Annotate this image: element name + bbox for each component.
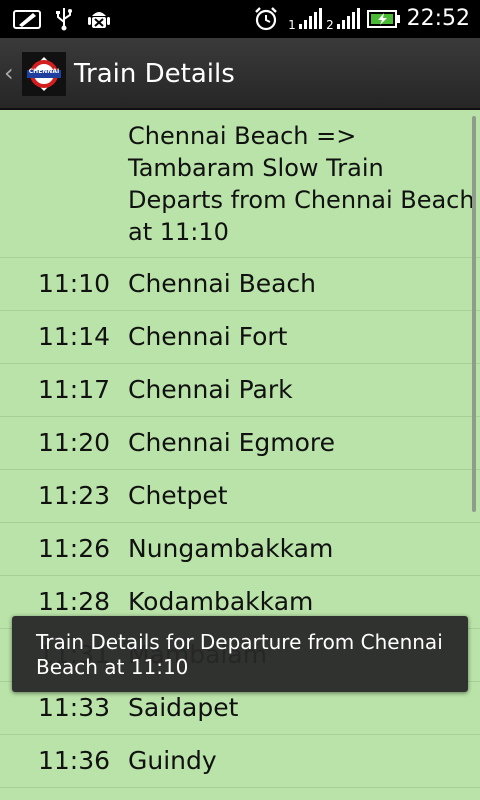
notification-edit-icon [12,6,42,32]
android-debug-icon [86,6,112,32]
stop-station: Chennai Fort [128,322,288,351]
stop-station: Kodambakkam [128,587,314,616]
stop-station: Nungambakkam [128,534,334,563]
stop-row[interactable]: 11:14 Chennai Fort [0,311,480,364]
stop-row[interactable]: 11:10 Chennai Beach [0,258,480,311]
signal-strength-2-icon: 2 [326,6,362,32]
stop-row[interactable]: 11:23 Chetpet [0,470,480,523]
stop-row[interactable]: 11:26 Nungambakkam [0,523,480,576]
stop-station: Saidapet [128,693,239,722]
stop-time: 11:36 [38,746,111,775]
stop-time: 11:14 [38,322,111,351]
stop-time: 11:26 [38,534,111,563]
action-bar: ‹ CHENNAI Train Details [0,38,480,110]
status-bar: 1 2 22:52 [0,0,480,38]
stop-time: 11:10 [38,269,111,298]
stop-time: 11:33 [38,693,111,722]
stop-station: Chennai Beach [128,269,317,298]
stop-row[interactable]: 11:36 Guindy [0,735,480,788]
screen-title: Train Details [74,59,235,89]
stop-station: Chennai Egmore [128,428,336,457]
stop-time: 11:17 [38,375,111,404]
scrollbar[interactable] [472,116,476,512]
toast-message: Train Details for Departure from Chennai… [12,616,468,692]
stops-container: 11:10 Chennai Beach 11:14 Chennai Fort 11:17… [0,258,480,788]
back-chevron-icon[interactable]: ‹ [4,58,14,88]
stop-time: 11:28 [38,587,111,616]
toast-text: Train Details for Departure from Chennai… [36,630,443,679]
stop-row[interactable]: 11:17 Chennai Park [0,364,480,417]
stop-station: Chetpet [128,481,228,510]
app-logo-text: CHENNAI [28,68,60,75]
usb-icon [52,6,76,32]
status-clock: 22:52 [406,6,470,31]
stop-time: 11:20 [38,428,111,457]
train-stop-list[interactable]: Chennai Beach => Tambaram Slow Train Dep… [0,110,480,800]
stop-row[interactable]: 11:20 Chennai Egmore [0,417,480,470]
alarm-clock-icon [252,6,280,32]
signal-strength-1-icon: 1 [288,6,324,32]
stop-time: 11:23 [38,481,111,510]
train-summary-row: Chennai Beach => Tambaram Slow Train Dep… [0,110,480,258]
stop-station: Chennai Park [128,375,293,404]
battery-charging-icon [366,6,402,32]
app-logo[interactable]: CHENNAI [22,52,66,96]
train-summary-text: Chennai Beach => Tambaram Slow Train Dep… [128,122,475,246]
stop-station: Guindy [128,746,217,775]
